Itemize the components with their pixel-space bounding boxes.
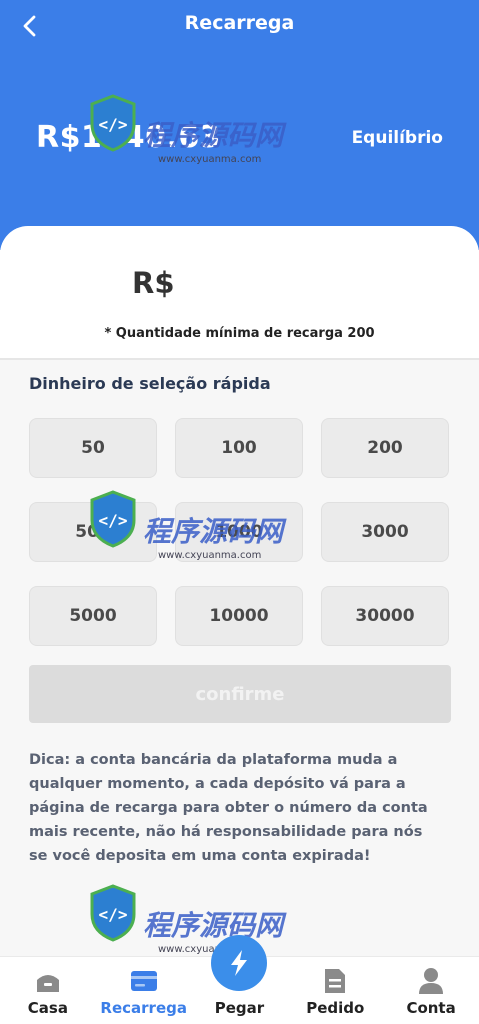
card-icon (128, 965, 160, 997)
tab-label: Recarrega (100, 999, 187, 1017)
tab-conta[interactable]: Conta (383, 957, 479, 1024)
page-title: Recarrega (184, 12, 295, 34)
tab-casa[interactable]: Casa (0, 957, 96, 1024)
balance-label: Equilíbrio (351, 128, 443, 148)
tab-label: Pegar (214, 999, 265, 1017)
amount-option[interactable]: 3000 (321, 502, 449, 562)
tab-pedido[interactable]: Pedido (287, 957, 383, 1024)
quick-select-section: Dinheiro de seleção rápida 50 100 200 50… (0, 360, 479, 956)
tab-label: Casa (27, 999, 68, 1017)
amount-option[interactable]: 5000 (29, 586, 157, 646)
balance-value: R$1340.63 (36, 120, 222, 155)
section-title: Dinheiro de seleção rápida (29, 374, 271, 393)
confirm-button[interactable]: confirme (29, 665, 451, 723)
recharge-amount-card[interactable]: R$ * Quantidade mínima de recarga 200 (0, 226, 479, 360)
amount-option[interactable]: 10000 (175, 586, 303, 646)
amount-option[interactable]: 50 (29, 418, 157, 478)
amount-option[interactable]: 1000 (175, 502, 303, 562)
tab-pegar[interactable]: Pegar (192, 935, 288, 1024)
minimum-recharge-note: * Quantidade mínima de recarga 200 (104, 326, 375, 341)
currency-symbol: R$ (132, 266, 175, 300)
tab-recarrega[interactable]: Recarrega (96, 957, 192, 1024)
amount-option[interactable]: 500 (29, 502, 157, 562)
bottom-tab-bar: Casa Recarrega Pegar Pedido Conta (0, 935, 479, 1024)
home-icon (32, 965, 64, 997)
document-icon (319, 965, 351, 997)
user-icon (415, 965, 447, 997)
tab-label: Pedido (306, 999, 365, 1017)
amount-option[interactable]: 200 (321, 418, 449, 478)
amount-option[interactable]: 30000 (321, 586, 449, 646)
tab-label: Conta (406, 999, 456, 1017)
lightning-icon (211, 935, 268, 991)
tip-text: Dica: a conta bancária da plataforma mud… (29, 752, 428, 864)
header: Recarrega R$1340.63 Equilíbrio (0, 0, 479, 250)
amount-grid: 50 100 200 500 1000 3000 5000 10000 3000… (29, 418, 451, 646)
amount-option[interactable]: 100 (175, 418, 303, 478)
